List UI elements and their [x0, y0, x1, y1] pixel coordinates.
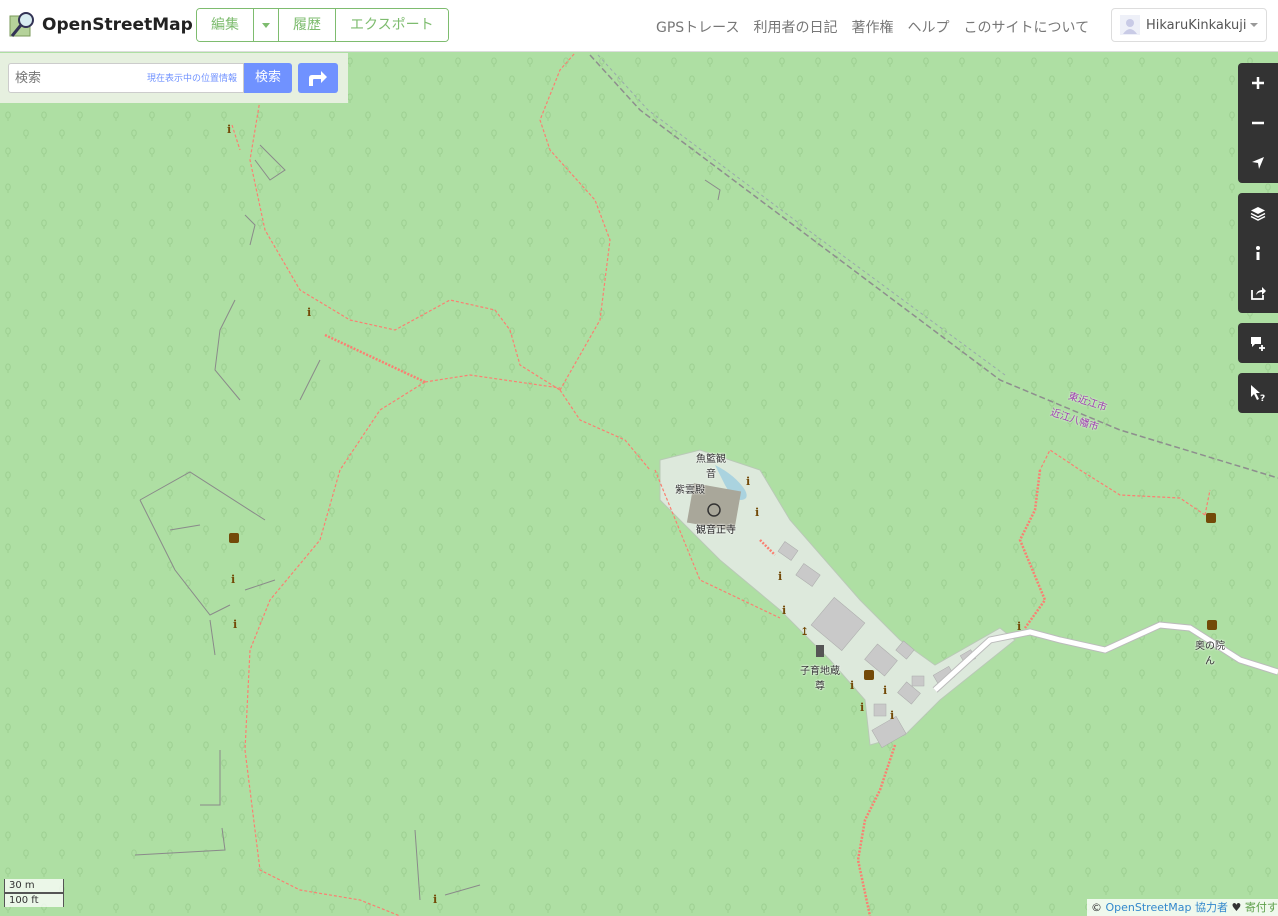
- svg-text:i: i: [890, 709, 894, 722]
- label-gyoran-kannon: 魚籃観音: [696, 454, 726, 480]
- zoom-out-button[interactable]: [1238, 103, 1278, 143]
- svg-text:i: i: [233, 618, 237, 631]
- share-icon: [1251, 287, 1266, 300]
- zoom-out-icon: [1252, 121, 1264, 125]
- zoom-controls: [1238, 63, 1278, 183]
- svg-text:i: i: [433, 893, 437, 906]
- svg-text:i: i: [782, 604, 786, 617]
- query-features-button[interactable]: ?: [1238, 373, 1278, 413]
- header: OpenStreetMap 編集 履歴 エクスポート GPSトレース 利用者の日…: [0, 0, 1278, 52]
- where-am-i-link[interactable]: 現在表示中の位置情報: [147, 71, 237, 84]
- attribution: © OpenStreetMap 協力者 ♥ 寄付する: [1087, 899, 1278, 916]
- chevron-down-icon: [262, 22, 270, 28]
- label-temple: 観音正寺: [696, 525, 736, 536]
- logo-link[interactable]: OpenStreetMap: [8, 10, 193, 40]
- locate-button[interactable]: [1238, 143, 1278, 183]
- nav-about[interactable]: このサイトについて: [963, 17, 1089, 37]
- export-button[interactable]: エクスポート: [336, 9, 448, 41]
- caret-down-icon: [1250, 23, 1258, 27]
- nav-copyright[interactable]: 著作権: [851, 17, 893, 37]
- zoom-in-button[interactable]: [1238, 63, 1278, 103]
- info-icon: [1256, 246, 1260, 260]
- forest-pattern: [0, 0, 1278, 916]
- nav-user-diaries[interactable]: 利用者の日記: [753, 17, 837, 37]
- scale-imperial: 100 ft: [4, 893, 64, 907]
- label-shiunden: 紫雲殿: [675, 485, 705, 496]
- add-note-icon: [1251, 337, 1265, 351]
- svg-text:?: ?: [1260, 394, 1265, 402]
- edit-button-group: 編集 履歴 エクスポート: [196, 8, 449, 42]
- directions-button[interactable]: [298, 63, 338, 93]
- query-icon: ?: [1251, 385, 1265, 402]
- add-note-button[interactable]: [1238, 323, 1278, 363]
- search-button[interactable]: 検索: [244, 63, 292, 93]
- map-key-button[interactable]: [1238, 233, 1278, 273]
- label-jizo: 子育地蔵尊: [800, 666, 840, 692]
- note-controls: [1238, 323, 1278, 363]
- nav-help[interactable]: ヘルプ: [907, 17, 949, 37]
- donate-link[interactable]: 寄付する: [1245, 901, 1278, 914]
- contributors-link[interactable]: 協力者: [1195, 901, 1228, 914]
- osm-link[interactable]: OpenStreetMap: [1106, 901, 1192, 914]
- user-menu[interactable]: HikaruKinkakuji: [1111, 8, 1267, 42]
- svg-text:i: i: [850, 679, 854, 692]
- share-button[interactable]: [1238, 273, 1278, 313]
- scale-bar: 30 m 100 ft: [4, 879, 64, 907]
- svg-text:i: i: [883, 684, 887, 697]
- svg-text:i: i: [746, 475, 750, 488]
- search-input[interactable]: [13, 64, 137, 92]
- svg-text:i: i: [1017, 620, 1021, 633]
- search-box: 現在表示中の位置情報: [8, 63, 244, 93]
- site-title: OpenStreetMap: [42, 15, 193, 35]
- user-name: HikaruKinkakuji: [1146, 17, 1247, 33]
- layer-controls: [1238, 193, 1278, 313]
- directions-icon: [309, 71, 327, 86]
- svg-text:i: i: [307, 306, 311, 319]
- search-panel: 現在表示中の位置情報 検索: [0, 53, 348, 103]
- scale-metric: 30 m: [4, 879, 64, 893]
- svg-text:i: i: [227, 123, 231, 136]
- copyright-symbol: ©: [1091, 901, 1102, 914]
- locate-icon: [1252, 157, 1264, 169]
- svg-text:i: i: [778, 570, 782, 583]
- heart-icon: ♥: [1231, 901, 1242, 914]
- query-controls: ?: [1238, 373, 1278, 413]
- edit-button[interactable]: 編集: [197, 9, 254, 41]
- svg-text:i: i: [231, 573, 235, 586]
- label-okunoin: 奥の院ん: [1195, 641, 1225, 667]
- layers-icon: [1250, 207, 1266, 221]
- history-button[interactable]: 履歴: [279, 9, 336, 41]
- avatar: [1120, 15, 1140, 35]
- statue-icon[interactable]: [816, 645, 824, 657]
- zoom-in-icon: [1252, 77, 1264, 89]
- edit-dropdown-button[interactable]: [254, 9, 279, 41]
- map-canvas[interactable]: i i i i i i i i i i i i i i ↥: [0, 0, 1278, 916]
- svg-text:i: i: [755, 506, 759, 519]
- svg-text:↥: ↥: [800, 625, 809, 638]
- svg-text:i: i: [860, 701, 864, 714]
- osm-logo-icon: [9, 12, 34, 37]
- nav-gps-traces[interactable]: GPSトレース: [656, 17, 739, 37]
- layers-button[interactable]: [1238, 193, 1278, 233]
- secondary-nav: GPSトレース 利用者の日記 著作権 ヘルプ このサイトについて: [656, 17, 1089, 37]
